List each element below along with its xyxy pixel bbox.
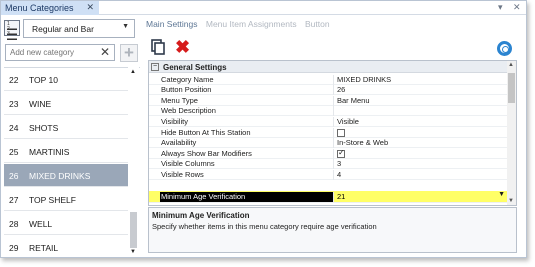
property-label: Web Description: [160, 106, 334, 117]
tab-main-settings[interactable]: Main Settings: [146, 19, 198, 29]
property-label: Visible Columns: [160, 159, 334, 170]
close-window-icon[interactable]: ✕: [513, 2, 521, 13]
property-label: Always Show Bar Modifiers: [160, 148, 334, 159]
property-value[interactable]: Visible: [337, 117, 507, 127]
property-label: Visible Rows: [160, 169, 334, 180]
description-text: Specify whether items in this menu categ…: [152, 222, 377, 231]
section-header[interactable]: − General Settings: [149, 61, 508, 73]
property-value[interactable]: Bar Menu: [337, 96, 507, 106]
property-grid-scrollbar[interactable]: ▲ ▼: [507, 61, 516, 205]
list-item[interactable]: 25 MARTINIS: [4, 140, 128, 163]
scroll-up-icon[interactable]: ▲: [508, 62, 514, 68]
property-value[interactable]: [337, 106, 507, 116]
property-label: Minimum Age Verification: [160, 191, 334, 202]
new-category-field[interactable]: ✕: [5, 44, 115, 61]
list-item[interactable]: 24 SHOTS: [4, 116, 128, 139]
property-row[interactable]: Always Show Bar Modifiers: [149, 148, 508, 159]
scroll-thumb[interactable]: [130, 212, 137, 248]
list-item[interactable]: 27 TOP SHELF: [4, 188, 128, 211]
bar-modifiers-checkbox[interactable]: [337, 148, 345, 158]
property-value[interactable]: [337, 128, 507, 138]
property-row[interactable]: Availability In-Store & Web: [149, 138, 508, 149]
help-lifebuoy-icon[interactable]: [497, 41, 512, 56]
list-item[interactable]: 23 WINE: [4, 92, 128, 115]
property-row-selected[interactable]: Minimum Age Verification 21 ▼: [149, 191, 508, 203]
list-item[interactable]: 22 TOP 10: [4, 68, 128, 91]
property-label: Availability: [160, 138, 334, 149]
copy-icon[interactable]: [151, 39, 165, 55]
scroll-down-icon[interactable]: ▼: [130, 249, 136, 255]
property-grid: − General Settings Category Name MIXED D…: [148, 60, 517, 206]
property-value[interactable]: 4: [337, 170, 507, 180]
dropdown-arrow-icon[interactable]: ▼: [498, 191, 505, 198]
property-label: Category Name: [160, 74, 334, 85]
list-view-icon[interactable]: 1 ▬▬ 2 ▬▬ 3 ▬▬: [4, 20, 20, 42]
property-label: Menu Type: [160, 95, 334, 106]
category-list-scrollbar[interactable]: ▲ ▼: [128, 67, 139, 257]
category-list: 22 TOP 10 23 WINE 24 SHOTS 25 MARTINIS 26 MIX…: [4, 67, 140, 257]
add-category-button[interactable]: +: [120, 44, 138, 62]
property-label: Button Position: [160, 85, 334, 96]
close-tab-icon[interactable]: ✕: [86, 2, 94, 13]
property-value[interactable]: In-Store & Web: [337, 138, 507, 148]
list-item[interactable]: 29 RETAIL: [4, 236, 128, 257]
delete-icon[interactable]: ✖: [175, 38, 192, 56]
property-row[interactable]: Button Position 26: [149, 85, 508, 96]
tab-button[interactable]: Button: [305, 19, 330, 29]
property-value[interactable]: [337, 148, 507, 159]
property-value[interactable]: 21: [337, 192, 507, 202]
window-menu-icon[interactable]: ▾: [498, 2, 503, 13]
hide-button-checkbox[interactable]: [337, 128, 345, 137]
new-category-input[interactable]: [6, 45, 94, 60]
tab-title: Menu Categories: [5, 3, 74, 13]
property-row[interactable]: Visibility Visible: [149, 116, 508, 127]
tab-menu-categories[interactable]: Menu Categories ✕: [1, 1, 99, 15]
property-value[interactable]: MIXED DRINKS: [337, 75, 507, 85]
document-tab-bar: Menu Categories ✕ ▾ ✕: [1, 1, 526, 15]
property-row[interactable]: Visible Columns 3: [149, 159, 508, 170]
tab-menu-item-assignments[interactable]: Menu Item Assignments: [206, 19, 297, 29]
property-row[interactable]: Menu Type Bar Menu: [149, 95, 508, 106]
menu-filter-select[interactable]: Regular and Bar ▼: [23, 19, 135, 38]
clear-icon[interactable]: ✕: [100, 45, 110, 59]
dropdown-arrow-icon: ▼: [122, 23, 129, 30]
scroll-down-icon[interactable]: ▼: [508, 198, 514, 204]
menu-filter-value: Regular and Bar: [32, 24, 94, 34]
property-label: Hide Button At This Station: [160, 127, 334, 138]
menu-categories-window: Menu Categories ✕ ▾ ✕ 1 ▬▬ 2 ▬▬ 3 ▬▬ Reg…: [0, 0, 527, 258]
property-value[interactable]: 3: [337, 159, 507, 169]
collapse-icon[interactable]: −: [151, 63, 159, 71]
category-list-panel: 1 ▬▬ 2 ▬▬ 3 ▬▬ Regular and Bar ▼ ✕ + 22T…: [4, 17, 140, 257]
list-item[interactable]: 28 WELL: [4, 212, 128, 235]
description-title: Minimum Age Verification: [152, 211, 250, 220]
property-row[interactable]: Visible Rows 4: [149, 169, 508, 180]
property-label: Visibility: [160, 116, 334, 127]
property-row[interactable]: Category Name MIXED DRINKS: [149, 74, 508, 85]
scroll-up-icon[interactable]: ▲: [130, 69, 136, 75]
property-value[interactable]: 26: [337, 85, 507, 95]
scroll-thumb[interactable]: [508, 73, 515, 103]
property-row[interactable]: Web Description: [149, 106, 508, 117]
property-row[interactable]: Hide Button At This Station: [149, 127, 508, 138]
list-item-selected[interactable]: 26 MIXED DRINKS: [4, 164, 128, 187]
settings-tabs: Main Settings Menu Item Assignments Butt…: [146, 19, 336, 29]
property-description-panel: Minimum Age Verification Specify whether…: [148, 207, 517, 253]
section-title: General Settings: [163, 63, 227, 72]
